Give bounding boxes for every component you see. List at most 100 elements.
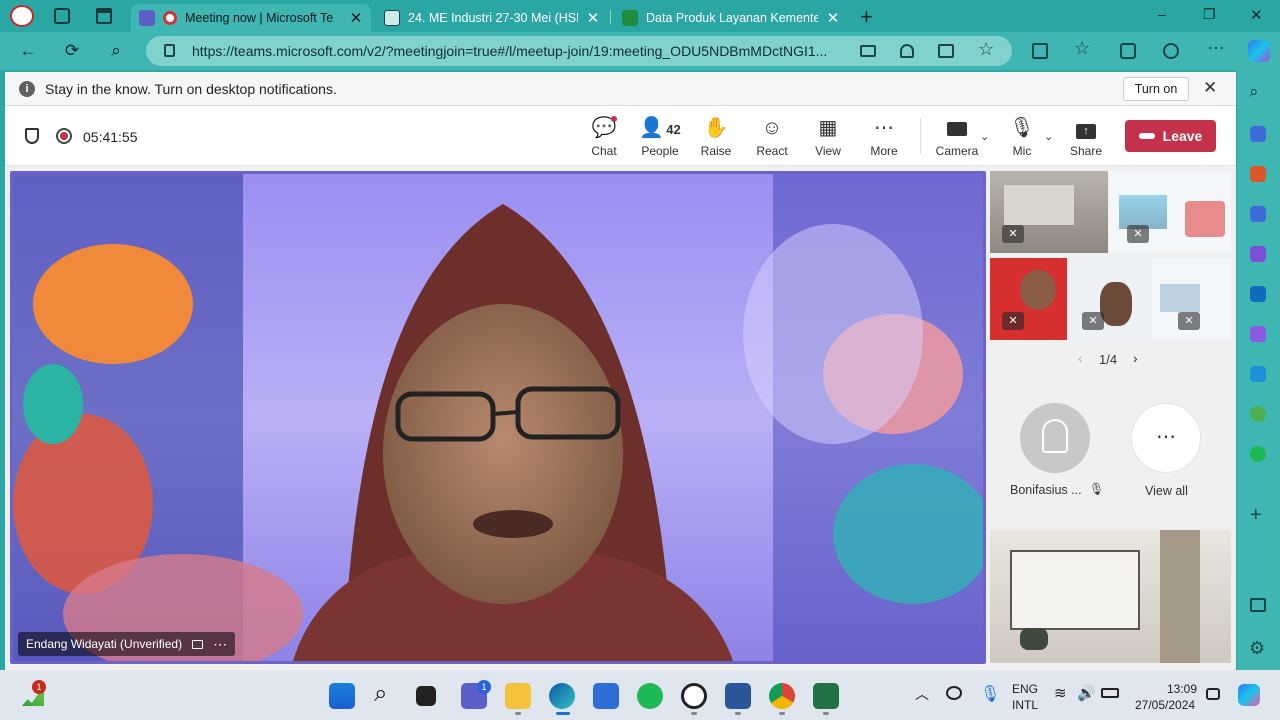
edge-browser-icon[interactable] xyxy=(549,683,575,709)
raise-label: Raise xyxy=(700,144,732,158)
tab-spreadsheet[interactable]: Data Produk Layanan Kementeria ✕ xyxy=(614,4,848,32)
more-options-icon[interactable]: ⋯ xyxy=(213,636,227,653)
wifi-icon[interactable]: ≋ xyxy=(1054,684,1067,702)
close-tab-icon[interactable]: ✕ xyxy=(826,11,840,26)
address-bar[interactable]: https://teams.microsoft.com/v2/?meetingj… xyxy=(146,36,1012,66)
whatsapp-icon[interactable] xyxy=(681,683,707,709)
gear-icon[interactable]: ⚙ xyxy=(1249,638,1265,659)
main-speaker-video[interactable]: Endang Widayati (Unverified) ⋯ xyxy=(10,171,986,664)
tag-icon[interactable] xyxy=(1250,126,1266,142)
participant-avatar[interactable] xyxy=(1020,403,1090,473)
toolbar-divider xyxy=(920,118,921,154)
send-icon[interactable] xyxy=(1250,366,1266,382)
task-view-icon[interactable] xyxy=(416,686,436,706)
participant-tile[interactable]: ✕ xyxy=(1152,258,1231,340)
start-windows-icon[interactable] xyxy=(329,683,355,709)
spotify-icon[interactable] xyxy=(637,683,663,709)
show-hidden-icons-chevron-icon[interactable]: ︿ xyxy=(915,684,929,704)
clock-time[interactable]: 13:09 xyxy=(1167,682,1197,696)
minimize-button[interactable]: – xyxy=(1158,6,1166,22)
participant-tile[interactable]: ✕ xyxy=(990,258,1067,340)
close-tab-icon[interactable]: ✕ xyxy=(586,11,600,26)
settings-more-icon[interactable]: ⋯ xyxy=(1207,38,1225,59)
extensions-icon[interactable] xyxy=(1163,43,1179,59)
search-icon[interactable]: ⌕ xyxy=(105,40,127,62)
outlook-icon[interactable] xyxy=(1250,286,1266,302)
tab-pdf-document[interactable]: 24. ME Industri 27-30 Mei (HSE P ✕ xyxy=(376,4,608,32)
favorite-star-icon[interactable]: ☆ xyxy=(978,39,994,60)
close-window-button[interactable]: ✕ xyxy=(1250,6,1263,24)
language-code[interactable]: ENG xyxy=(1012,682,1038,696)
camera-options-chevron-icon[interactable]: ⌄ xyxy=(980,130,989,143)
split-screen-icon[interactable] xyxy=(1032,43,1048,59)
phone-hangup-icon xyxy=(1138,133,1155,139)
app-available-icon[interactable] xyxy=(938,44,954,58)
profile-avatar[interactable] xyxy=(10,5,34,27)
camera-button[interactable]: Camera xyxy=(933,116,981,158)
close-tab-icon[interactable]: ✕ xyxy=(349,11,363,26)
favorites-icon[interactable]: ☆ xyxy=(1074,38,1090,59)
file-explorer-icon[interactable] xyxy=(505,683,531,709)
view-button[interactable]: ▦ View xyxy=(804,116,852,158)
participant-tile[interactable]: ✕ xyxy=(990,171,1108,253)
chrome-icon[interactable] xyxy=(769,683,795,709)
restore-button[interactable]: ❐ xyxy=(1203,6,1216,23)
headset-icon[interactable] xyxy=(900,44,914,58)
tab-strip: Meeting now | Microsoft Te ✕ 24. ME Indu… xyxy=(0,0,1280,32)
back-arrow-icon[interactable]: ← xyxy=(17,40,39,62)
camera-permission-icon[interactable] xyxy=(860,45,876,57)
participant-tile[interactable]: ✕ xyxy=(1109,171,1231,253)
tree-icon[interactable] xyxy=(1250,406,1266,422)
mic-muted-icon: 🎙 xyxy=(1009,117,1035,139)
collections-icon[interactable] xyxy=(1120,43,1136,59)
mic-button[interactable]: 🎙 Mic xyxy=(998,116,1046,158)
network-icon[interactable] xyxy=(946,686,962,700)
people-button[interactable]: 👤 42 People xyxy=(636,116,684,158)
close-icon[interactable]: ✕ xyxy=(1203,78,1217,98)
microphone-icon[interactable]: 🎙 xyxy=(980,684,1000,704)
microsoft-store-icon[interactable] xyxy=(593,683,619,709)
turn-on-button[interactable]: Turn on xyxy=(1123,77,1189,101)
raise-hand-button[interactable]: ✋ Raise xyxy=(692,116,740,158)
spotify-icon[interactable] xyxy=(1250,446,1266,462)
battery-icon[interactable] xyxy=(1101,688,1119,698)
add-icon[interactable]: + xyxy=(1250,504,1262,527)
share-button[interactable]: ↑ Share xyxy=(1062,116,1110,158)
tab-teams-meeting[interactable]: Meeting now | Microsoft Te ✕ xyxy=(131,4,371,32)
toolbox-icon[interactable] xyxy=(1250,166,1266,182)
workspaces-icon[interactable] xyxy=(54,8,70,24)
more-button[interactable]: ⋯ More xyxy=(860,116,908,158)
participant-tile[interactable]: ✕ xyxy=(1068,258,1151,340)
copilot-taskbar-icon[interactable] xyxy=(1238,684,1260,706)
chat-label: Chat xyxy=(591,144,617,158)
react-button[interactable]: ☺ React xyxy=(748,116,796,158)
chat-button[interactable]: 💬 Chat xyxy=(580,116,628,158)
screenshot-icon[interactable] xyxy=(1250,598,1266,612)
shield-icon[interactable] xyxy=(25,128,39,144)
new-tab-button[interactable]: + xyxy=(860,4,873,30)
notification-center-icon[interactable] xyxy=(1206,688,1220,700)
leave-label: Leave xyxy=(1162,128,1203,144)
keyboard-layout[interactable]: INTL xyxy=(1012,698,1038,712)
leave-button[interactable]: Leave xyxy=(1125,120,1216,152)
search-icon[interactable]: ⌕ xyxy=(1249,82,1259,102)
volume-icon[interactable]: 🔊 xyxy=(1077,684,1096,702)
view-label: View xyxy=(815,144,841,158)
games-icon[interactable] xyxy=(1250,246,1266,262)
url-text[interactable]: https://teams.microsoft.com/v2/?meetingj… xyxy=(192,43,842,59)
pager-next-icon[interactable]: › xyxy=(1133,350,1138,366)
copilot-icon[interactable] xyxy=(1248,40,1270,62)
copilot-design-icon[interactable] xyxy=(1250,326,1266,342)
mic-options-chevron-icon[interactable]: ⌄ xyxy=(1044,130,1053,143)
tab-actions-icon[interactable] xyxy=(96,8,112,24)
search-icon[interactable]: ⌕ xyxy=(374,680,387,708)
clock-date[interactable]: 27/05/2024 xyxy=(1135,698,1195,712)
refresh-icon[interactable]: ⟳ xyxy=(61,40,83,62)
person-icon[interactable] xyxy=(1250,206,1266,222)
word-icon[interactable] xyxy=(725,683,751,709)
excel-icon[interactable] xyxy=(813,683,839,709)
grid-icon: ▦ xyxy=(818,117,838,139)
pager-prev-icon[interactable]: ‹ xyxy=(1078,350,1083,366)
self-preview-video[interactable] xyxy=(990,530,1231,663)
view-all-button[interactable]: ⋯ xyxy=(1131,403,1201,473)
